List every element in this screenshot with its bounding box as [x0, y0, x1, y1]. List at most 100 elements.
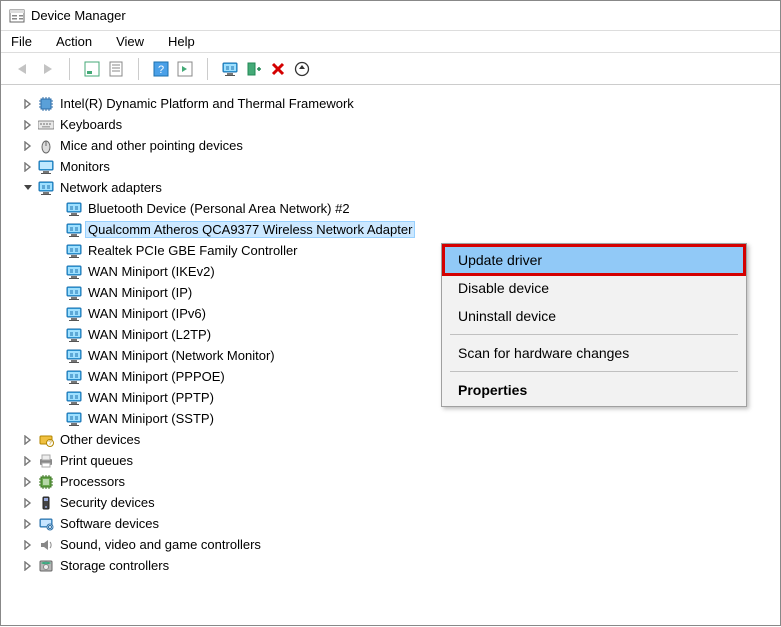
expander-icon[interactable]	[21, 496, 35, 510]
nic-icon	[65, 242, 83, 260]
tree-node-software[interactable]: Software devices	[21, 513, 780, 534]
sound-icon	[37, 536, 55, 554]
tree-node-other[interactable]: Other devices	[21, 429, 780, 450]
expander-spacer	[49, 307, 63, 321]
red-x-icon	[270, 61, 286, 77]
ctx-properties[interactable]: Properties	[444, 376, 744, 404]
action-button[interactable]	[173, 57, 197, 81]
expander-icon[interactable]	[21, 517, 35, 531]
tree-label: Print queues	[57, 452, 136, 469]
app-icon	[9, 8, 25, 24]
toolbar-separator	[207, 58, 208, 80]
tree-label: Software devices	[57, 515, 162, 532]
expander-icon[interactable]	[21, 433, 35, 447]
tree-node-mice[interactable]: Mice and other pointing devices	[21, 135, 780, 156]
expander-icon[interactable]	[21, 160, 35, 174]
update-driver-button[interactable]	[218, 57, 242, 81]
expander-spacer	[49, 412, 63, 426]
device-tree[interactable]: Intel(R) Dynamic Platform and Thermal Fr…	[1, 85, 780, 627]
nic-icon	[65, 221, 83, 239]
tree-node-monitors[interactable]: Monitors	[21, 156, 780, 177]
tree-label: Other devices	[57, 431, 143, 448]
expander-icon[interactable]	[21, 559, 35, 573]
printer-icon	[37, 452, 55, 470]
ctx-separator	[450, 371, 738, 372]
toolbar-separator	[138, 58, 139, 80]
nic-icon	[65, 200, 83, 218]
uninstall-button[interactable]	[242, 57, 266, 81]
expander-spacer	[49, 328, 63, 342]
ctx-separator	[450, 334, 738, 335]
monitor-icon	[37, 158, 55, 176]
expander-spacer	[49, 349, 63, 363]
expander-icon[interactable]	[21, 139, 35, 153]
forward-button[interactable]	[35, 57, 59, 81]
tree-node-sound[interactable]: Sound, video and game controllers	[21, 534, 780, 555]
menu-action[interactable]: Action	[52, 32, 96, 51]
menu-help[interactable]: Help	[164, 32, 199, 51]
expander-icon[interactable]	[21, 475, 35, 489]
menubar: File Action View Help	[1, 31, 780, 53]
nic-icon	[65, 368, 83, 386]
other-icon	[37, 431, 55, 449]
expander-icon[interactable]	[21, 181, 35, 195]
help-button[interactable]: ?	[149, 57, 173, 81]
menu-view[interactable]: View	[112, 32, 148, 51]
ctx-scan-hardware[interactable]: Scan for hardware changes	[444, 339, 744, 367]
tree-node-dptf[interactable]: Intel(R) Dynamic Platform and Thermal Fr…	[21, 93, 780, 114]
security-icon	[37, 494, 55, 512]
nic-icon	[65, 263, 83, 281]
scan-button[interactable]	[290, 57, 314, 81]
tree-node-security[interactable]: Security devices	[21, 492, 780, 513]
tree-node-storage[interactable]: Storage controllers	[21, 555, 780, 576]
list-play-icon	[177, 61, 193, 77]
expander-spacer	[49, 370, 63, 384]
tree-label: WAN Miniport (SSTP)	[85, 410, 217, 427]
disable-button[interactable]	[266, 57, 290, 81]
ctx-disable-device[interactable]: Disable device	[444, 274, 744, 302]
tree-label: WAN Miniport (Network Monitor)	[85, 347, 278, 364]
nic-icon	[65, 326, 83, 344]
tree-node-cpus[interactable]: Processors	[21, 471, 780, 492]
ctx-update-driver[interactable]: Update driver	[444, 246, 744, 274]
expander-icon[interactable]	[21, 454, 35, 468]
show-hidden-button[interactable]	[80, 57, 104, 81]
menu-file[interactable]: File	[7, 32, 36, 51]
toolbar-separator	[69, 58, 70, 80]
back-button[interactable]	[11, 57, 35, 81]
tree-label: WAN Miniport (IP)	[85, 284, 195, 301]
expander-icon[interactable]	[21, 118, 35, 132]
expander-icon[interactable]	[21, 538, 35, 552]
tree-label: Processors	[57, 473, 128, 490]
titlebar: Device Manager	[1, 1, 780, 31]
tree-label: Bluetooth Device (Personal Area Network)…	[85, 200, 353, 217]
tree-node-qca9377[interactable]: Qualcomm Atheros QCA9377 Wireless Networ…	[49, 219, 780, 240]
storage-icon	[37, 557, 55, 575]
keyboard-icon	[37, 116, 55, 134]
tree-label: WAN Miniport (L2TP)	[85, 326, 214, 343]
expander-spacer	[49, 223, 63, 237]
tree-label: Realtek PCIe GBE Family Controller	[85, 242, 301, 259]
tree-label: Security devices	[57, 494, 158, 511]
nic-icon	[65, 347, 83, 365]
tree-node-bt-pan[interactable]: Bluetooth Device (Personal Area Network)…	[49, 198, 780, 219]
nic-icon	[37, 179, 55, 197]
expander-spacer	[49, 202, 63, 216]
tree-node-keyboards[interactable]: Keyboards	[21, 114, 780, 135]
expander-spacer	[49, 286, 63, 300]
expander-spacer	[49, 244, 63, 258]
tree-node-printq[interactable]: Print queues	[21, 450, 780, 471]
properties-icon	[108, 61, 124, 77]
arrow-right-icon	[38, 62, 56, 76]
ctx-uninstall-device[interactable]: Uninstall device	[444, 302, 744, 330]
tree-node-wan-sstp[interactable]: WAN Miniport (SSTP)	[49, 408, 780, 429]
expander-icon[interactable]	[21, 97, 35, 111]
tree-node-netadapters[interactable]: Network adapters	[21, 177, 780, 198]
properties-button[interactable]	[104, 57, 128, 81]
tree-label: WAN Miniport (PPPOE)	[85, 368, 228, 385]
tree-label: Sound, video and game controllers	[57, 536, 264, 553]
monitor-up-icon	[222, 61, 238, 77]
device-plus-icon	[246, 61, 262, 77]
svg-text:?: ?	[158, 64, 164, 76]
tree-label: WAN Miniport (IKEv2)	[85, 263, 218, 280]
